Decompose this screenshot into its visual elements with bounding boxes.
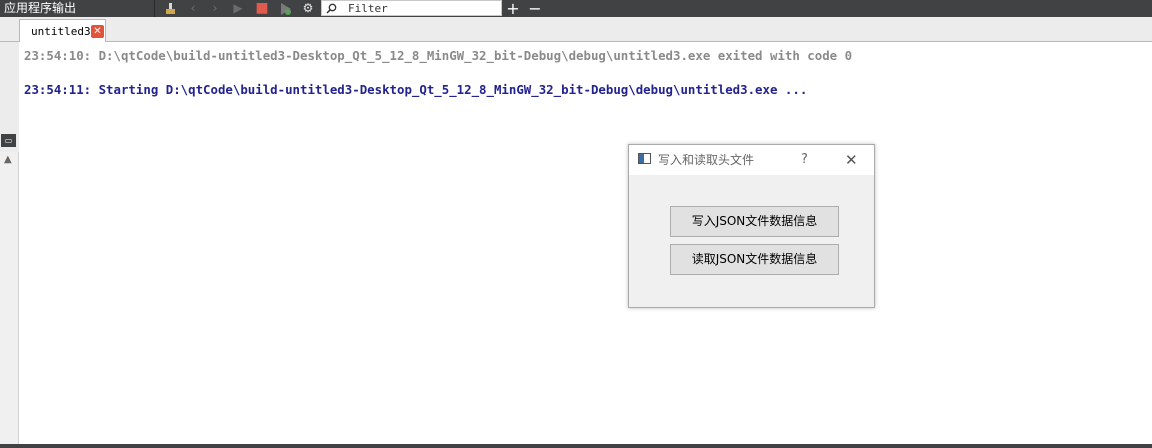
stop-icon[interactable]: ■ <box>255 0 269 17</box>
previous-item-icon[interactable]: ‹ <box>187 0 199 17</box>
window-icon <box>638 153 651 164</box>
close-tab-icon[interactable]: ✕ <box>91 25 104 38</box>
output-line-exit: 23:54:10: D:\qtCode\build-untitled3-Desk… <box>24 48 853 63</box>
dialog-title: 写入和读取头文件 <box>658 153 755 167</box>
next-item-icon[interactable]: › <box>209 0 221 17</box>
collapse-panel-icon[interactable]: ▭ <box>1 134 16 147</box>
tab-label: untitled3 <box>31 25 91 38</box>
output-toolbar: 应用程序输出 ‹ › ▶ ■ ⚙ Filter + − <box>0 0 1152 17</box>
settings-gear-icon[interactable]: ⚙ <box>301 0 315 17</box>
write-json-button[interactable]: 写入JSON文件数据信息 <box>670 206 839 237</box>
json-dialog: 写入和读取头文件 ? ✕ 写入JSON文件数据信息 读取JSON文件数据信息 <box>628 144 875 308</box>
help-icon[interactable]: ? <box>801 145 808 175</box>
tab-untitled3[interactable]: untitled3 ✕ <box>19 19 106 42</box>
remove-icon[interactable]: − <box>528 0 542 17</box>
close-icon[interactable]: ✕ <box>845 145 858 175</box>
vertical-scrollbar[interactable]: ▲ <box>0 152 19 448</box>
scroll-up-icon[interactable]: ▲ <box>4 154 12 165</box>
add-icon[interactable]: + <box>506 0 520 17</box>
dialog-titlebar[interactable]: 写入和读取头文件 ? ✕ <box>629 145 874 175</box>
filter-placeholder: Filter <box>348 2 388 15</box>
panel-title: 应用程序输出 <box>4 1 77 15</box>
output-line-starting: 23:54:11: Starting D:\qtCode\build-untit… <box>24 82 808 97</box>
filter-input[interactable]: Filter <box>321 0 502 16</box>
debug-attach-icon[interactable] <box>279 0 293 17</box>
search-icon <box>326 1 337 16</box>
run-icon[interactable]: ▶ <box>231 0 245 17</box>
read-json-button[interactable]: 读取JSON文件数据信息 <box>670 244 839 275</box>
output-tab-bar: untitled3 ✕ <box>0 17 1152 42</box>
application-output-area: 23:54:10: D:\qtCode\build-untitled3-Desk… <box>19 42 1152 448</box>
toolbar-separator <box>154 0 155 17</box>
clean-icon[interactable] <box>163 0 179 17</box>
bottom-border <box>0 444 1152 448</box>
